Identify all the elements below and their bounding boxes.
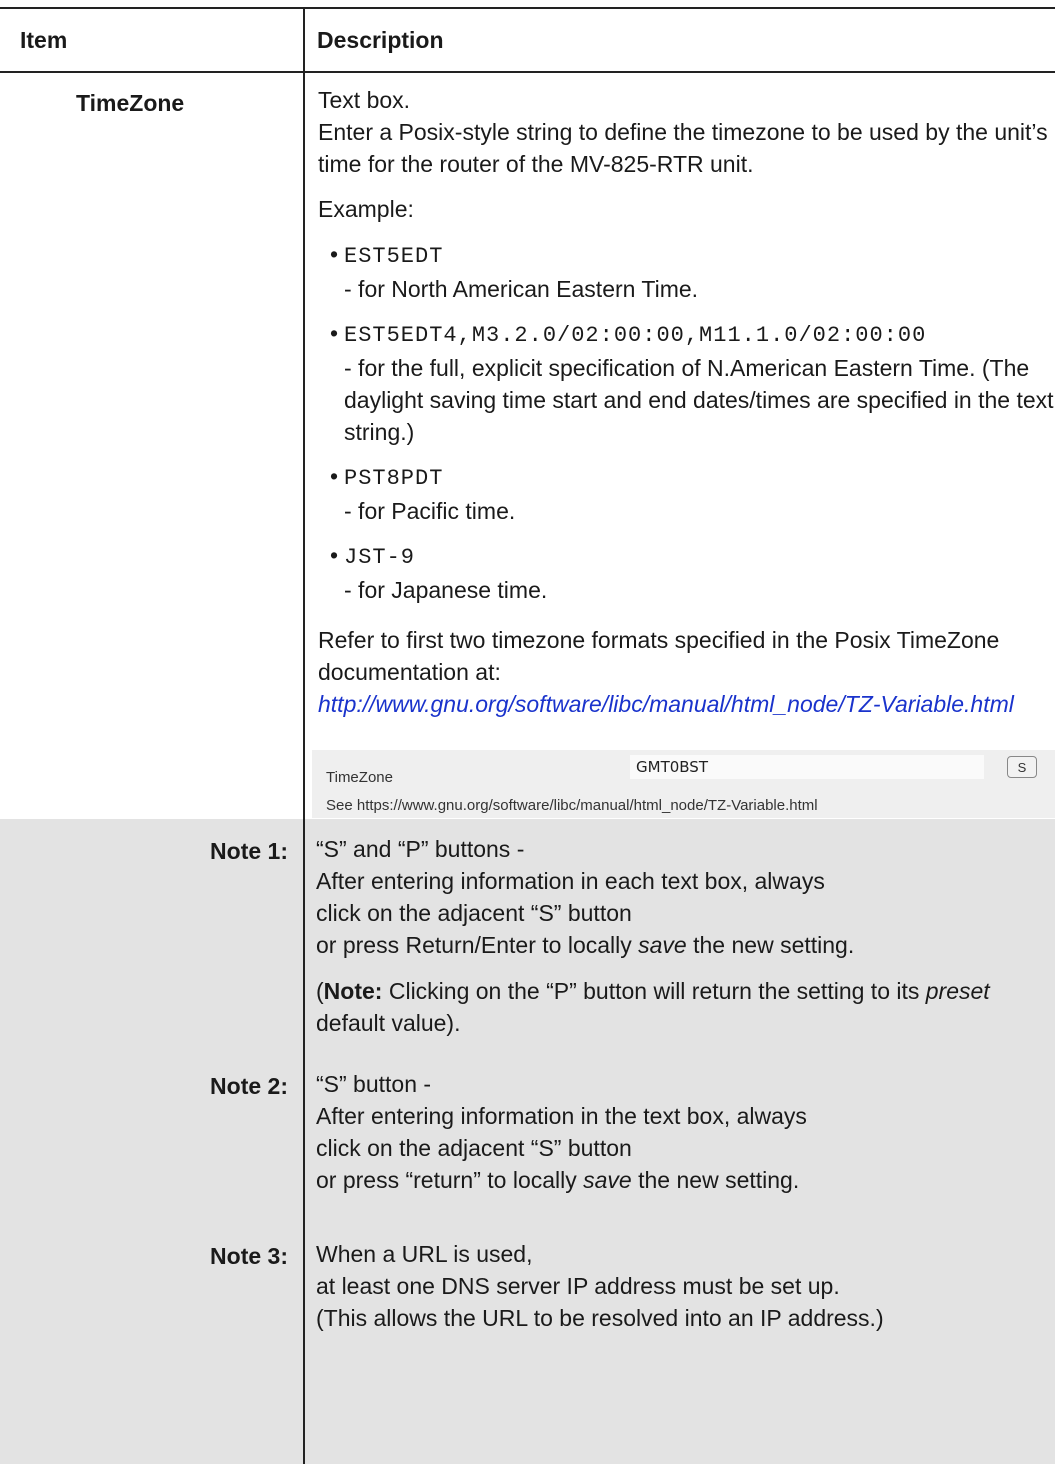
panel-help-text: See https://www.gnu.org/software/libc/ma… (326, 797, 818, 814)
example-code: EST5EDT (344, 244, 444, 269)
timezone-input[interactable]: GMT0BST (630, 755, 984, 779)
note-1-label: Note 1: (210, 838, 288, 864)
note-row-2: Note 2: “S” button - After entering infor… (0, 1054, 1055, 1224)
example-code: PST8PDT (344, 466, 444, 491)
timezone-ui-panel: TimeZone GMT0BST S See https://www.gnu.o… (312, 750, 1055, 818)
example-code: JST-9 (344, 545, 416, 570)
example-list: • EST5EDT - for North American Eastern Tim… (318, 238, 1054, 606)
desc-line-2: Enter a Posix-style string to define the… (318, 119, 1048, 177)
list-item: • JST-9- for Japanese time. (330, 542, 548, 603)
refer-text: Refer to first two timezone formats spec… (318, 627, 1000, 685)
note-3-text: When a URL is used, at least one DNS serv… (316, 1241, 884, 1331)
example-desc: - for Japanese time. (344, 577, 548, 603)
description-cell: Text box. Enter a Posix-style string to … (304, 72, 1055, 819)
note-3-label: Note 3: (210, 1243, 288, 1269)
note-2-label: Note 2: (210, 1073, 288, 1099)
example-code: EST5EDT4,M3.2.0/02:00:00,M11.1.0/02:00:0… (344, 323, 927, 348)
note-row-1: Note 1: “S” and “P” buttons - After enter… (0, 819, 1055, 1054)
example-heading: Example: (318, 196, 414, 222)
desc-line-1: Text box. (318, 87, 411, 113)
item-cell: TimeZone (0, 72, 305, 819)
note-2-text: “S” button - After entering information i… (316, 1071, 807, 1193)
table-row-timezone: TimeZone Text box. Enter a Posix-style s… (0, 72, 1055, 819)
list-item: • PST8PDT - for Pacific time. (330, 463, 516, 524)
header-description: Description (304, 9, 1055, 73)
note-1-text: “S” and “P” buttons - After entering info… (316, 836, 990, 1036)
example-desc: - for the full, explicit specification o… (344, 355, 1054, 445)
list-item: • EST5EDT - for North American Eastern Tim… (330, 241, 699, 302)
header-item: Item (0, 9, 305, 73)
item-timezone-label: TimeZone (76, 90, 185, 116)
table-header-row: Item Description (0, 9, 1055, 73)
example-desc: - for Pacific time. (344, 498, 516, 524)
settings-table: Item Description TimeZone Text box. Ente… (0, 9, 1055, 1464)
save-button[interactable]: S (1007, 756, 1037, 778)
tz-doc-link[interactable]: http://www.gnu.org/software/libc/manual/… (318, 691, 1014, 717)
list-item: • EST5EDT4,M3.2.0/02:00:00,M11.1.0/02:00:… (330, 320, 1054, 445)
example-desc: - for North American Eastern Time. (344, 276, 699, 302)
note-row-3: Note 3: When a URL is used, at least one … (0, 1224, 1055, 1464)
